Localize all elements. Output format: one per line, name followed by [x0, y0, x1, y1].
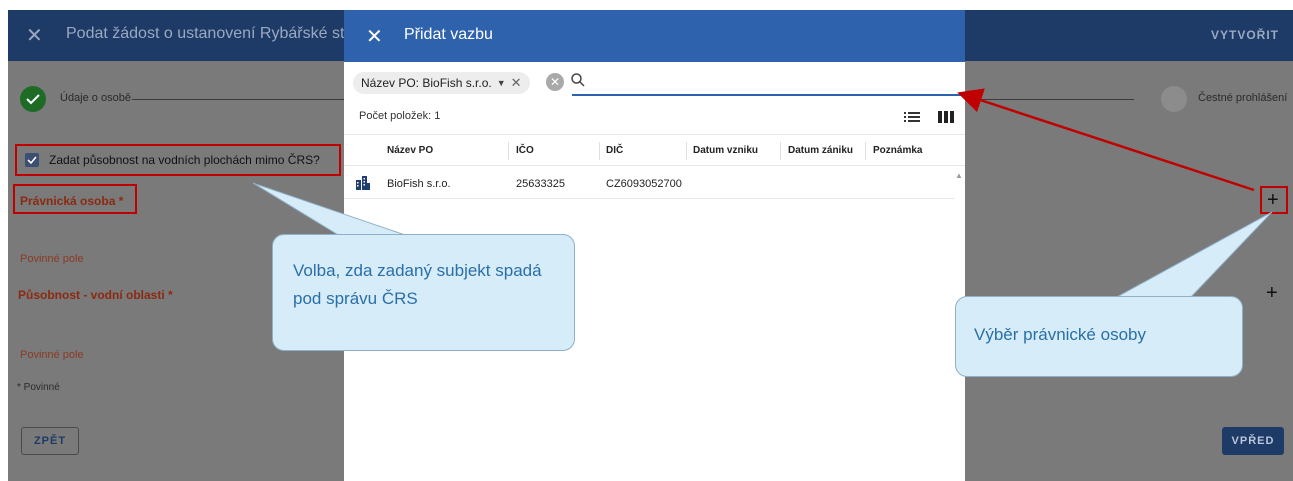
outside-crs-checkbox-label[interactable]: Zadat působnost na vodních plochách mimo… [49, 153, 320, 167]
dialog-title: Přidat vazbu [404, 26, 493, 43]
close-icon[interactable]: ✕ [26, 23, 43, 48]
column-header-name[interactable]: Název PO [387, 145, 433, 156]
search-input[interactable] [572, 72, 964, 96]
column-header-dic[interactable]: DIČ [606, 145, 623, 156]
create-button[interactable]: VYTVOŘIT [1211, 28, 1279, 42]
dialog-header: ✕ Přidat vazbu [344, 10, 965, 62]
legal-entity-callout: Výběr právnické osoby [955, 296, 1243, 377]
outside-crs-checkbox[interactable] [25, 153, 39, 167]
step-connector [966, 99, 1134, 100]
next-button[interactable]: VPŘED [1222, 427, 1284, 455]
column-header-note[interactable]: Poznámka [873, 145, 922, 156]
column-divider [508, 142, 509, 160]
column-divider [686, 142, 687, 160]
step-connector [132, 99, 344, 100]
column-divider [599, 142, 600, 160]
step-label-personal-data: Údaje o osobě [60, 92, 131, 104]
step-done-icon [20, 86, 46, 112]
required-note: * Povinné [17, 382, 60, 393]
column-header-date-to[interactable]: Datum zániku [788, 145, 853, 156]
step-pending-icon [1161, 86, 1187, 112]
scroll-up-arrow-icon[interactable]: ▲ [955, 171, 963, 180]
column-header-date-from[interactable]: Datum vzniku [693, 145, 758, 156]
table-header: Název PO IČO DIČ Datum vzniku Datum záni… [344, 134, 965, 166]
column-settings-icon[interactable] [938, 110, 954, 124]
column-header-ico[interactable]: IČO [516, 145, 534, 156]
search-icon [571, 73, 585, 87]
filter-chip-label: Název PO: BioFish s.r.o. [361, 76, 492, 90]
outside-crs-checkbox-highlight: Zadat působnost na vodních plochách mimo… [15, 144, 341, 176]
clear-filters-icon[interactable]: ✕ [546, 73, 564, 91]
company-icon [356, 176, 370, 190]
remove-chip-icon[interactable]: ✕ [511, 75, 522, 91]
add-legal-entity-highlight: + [1260, 186, 1288, 214]
filter-chip[interactable]: Název PO: BioFish s.r.o. ▼ ✕ [353, 72, 530, 94]
item-count: Počet položek: 1 [359, 110, 441, 122]
chevron-down-icon[interactable]: ▼ [497, 78, 506, 88]
close-icon[interactable]: ✕ [366, 24, 383, 49]
table-row[interactable]: BioFish s.r.o. 25633325 CZ6093052700 [344, 167, 954, 199]
plus-icon[interactable]: + [1266, 282, 1278, 304]
plus-icon[interactable]: + [1267, 189, 1279, 211]
legal-entity-label: Právnická osoba * [20, 194, 124, 208]
column-divider [865, 142, 866, 160]
cell-ico: 25633325 [516, 178, 565, 190]
checkbox-callout: Volba, zda zadaný subjekt spadá pod sprá… [272, 234, 575, 351]
cell-name: BioFish s.r.o. [387, 178, 451, 190]
back-button[interactable]: ZPĚT [21, 427, 79, 455]
cell-dic: CZ6093052700 [606, 178, 682, 190]
legal-entity-highlight: Právnická osoba * [13, 184, 137, 214]
list-view-icon[interactable] [904, 110, 920, 124]
required-field-message: Povinné pole [20, 349, 84, 361]
page-title: Podat žádost o ustanovení Rybářské st [66, 25, 345, 42]
required-field-message: Povinné pole [20, 253, 84, 265]
step-label-declaration: Čestné prohlášení [1198, 92, 1288, 104]
column-divider [780, 142, 781, 160]
water-area-label: Působnost - vodní oblasti * [18, 288, 173, 302]
